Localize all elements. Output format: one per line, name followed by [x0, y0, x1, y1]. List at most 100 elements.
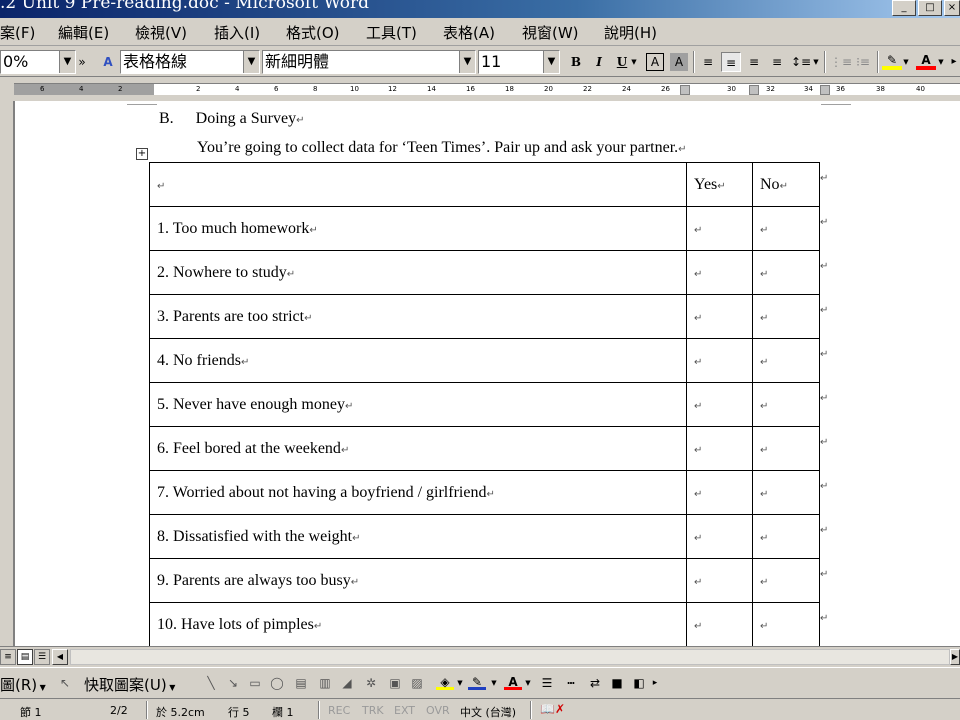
- highlight-dropdown-icon[interactable]: ▼: [902, 52, 910, 72]
- highlight-icon[interactable]: ✎: [882, 52, 902, 70]
- table-cell[interactable]: 9. Parents are always too busy↵: [149, 558, 687, 603]
- menu-insert[interactable]: 插入(I): [214, 22, 260, 43]
- print-layout-view-icon[interactable]: ▤: [17, 649, 33, 665]
- table-cell[interactable]: No↵: [752, 162, 820, 207]
- yes-cell[interactable]: ↵: [686, 294, 753, 339]
- underline-button[interactable]: U: [612, 52, 632, 72]
- table-cell[interactable]: ↵: [149, 162, 687, 207]
- yes-cell[interactable]: ↵: [686, 558, 753, 603]
- close-button[interactable]: ×: [944, 0, 960, 16]
- chevron-down-icon[interactable]: ▼: [543, 51, 559, 73]
- line-color-icon[interactable]: ✎: [468, 675, 486, 690]
- no-cell[interactable]: ↵: [752, 602, 820, 647]
- no-cell[interactable]: ↵: [752, 382, 820, 427]
- yes-cell[interactable]: ↵: [686, 426, 753, 471]
- character-border-icon[interactable]: A: [646, 53, 664, 71]
- align-right-icon[interactable]: ≡: [767, 52, 787, 72]
- font-color-icon[interactable]: A: [916, 52, 936, 70]
- scroll-right-button[interactable]: ▶: [950, 649, 960, 665]
- no-cell[interactable]: ↵: [752, 294, 820, 339]
- draw-menu-button[interactable]: 圖(R) ▼: [0, 674, 46, 695]
- toolbar-overflow-icon[interactable]: »: [76, 52, 88, 72]
- yes-cell[interactable]: ↵: [686, 602, 753, 647]
- ruler-column-marker[interactable]: [820, 85, 830, 95]
- yes-cell[interactable]: ↵: [686, 250, 753, 295]
- no-cell[interactable]: ↵: [752, 514, 820, 559]
- vertical-ruler[interactable]: [0, 101, 14, 646]
- table-cell[interactable]: 1. Too much homework↵: [149, 206, 687, 251]
- arrow-style-icon[interactable]: ⇄: [586, 675, 604, 691]
- line-spacing-dropdown-icon[interactable]: ▼: [812, 52, 820, 72]
- table-move-handle[interactable]: +: [136, 148, 148, 160]
- picture-icon[interactable]: ▨: [408, 675, 426, 691]
- numbering-icon[interactable]: ⋮≡: [830, 52, 852, 72]
- wordart-icon[interactable]: ◢: [338, 675, 356, 691]
- horizontal-ruler[interactable]: 6 4 2 2 4 6 8 10 12 14 16 18 20 22 24 26…: [0, 78, 960, 100]
- table-cell[interactable]: Yes↵: [686, 162, 753, 207]
- chevron-down-icon[interactable]: ▼: [59, 51, 75, 73]
- oval-icon[interactable]: ◯: [268, 675, 286, 691]
- line-spacing-icon[interactable]: ↕≡: [791, 52, 811, 72]
- yes-cell[interactable]: ↵: [686, 206, 753, 251]
- yes-cell[interactable]: ↵: [686, 514, 753, 559]
- table-cell[interactable]: 7. Worried about not having a boyfriend …: [149, 470, 687, 515]
- no-cell[interactable]: ↵: [752, 206, 820, 251]
- font-color-dropdown-icon[interactable]: ▼: [937, 52, 945, 72]
- vertical-text-box-icon[interactable]: ▥: [316, 675, 334, 691]
- table-cell[interactable]: 8. Dissatisfied with the weight↵: [149, 514, 687, 559]
- menu-view[interactable]: 檢視(V): [135, 22, 187, 43]
- status-ext[interactable]: EXT: [394, 704, 415, 717]
- chevron-down-icon[interactable]: ▼: [459, 51, 475, 73]
- menu-help[interactable]: 說明(H): [604, 22, 657, 43]
- yes-cell[interactable]: ↵: [686, 382, 753, 427]
- toolbar-overflow-icon[interactable]: ▸: [948, 52, 960, 72]
- shadow-style-icon[interactable]: ■: [608, 675, 626, 691]
- rectangle-icon[interactable]: ▭: [246, 675, 264, 691]
- character-shading-icon[interactable]: A: [670, 53, 688, 71]
- no-cell[interactable]: ↵: [752, 426, 820, 471]
- styles-icon[interactable]: A: [98, 52, 118, 72]
- table-cell[interactable]: 6. Feel bored at the weekend↵: [149, 426, 687, 471]
- normal-view-icon[interactable]: ≡: [0, 649, 16, 665]
- minimize-button[interactable]: _: [892, 0, 916, 16]
- outline-view-icon[interactable]: ☰: [34, 649, 50, 665]
- horizontal-scrollbar[interactable]: [70, 649, 950, 665]
- bold-button[interactable]: B: [566, 52, 586, 72]
- text-box-icon[interactable]: ▤: [292, 675, 310, 691]
- yes-cell[interactable]: ↵: [686, 338, 753, 383]
- clip-art-icon[interactable]: ▣: [386, 675, 404, 691]
- zoom-combo[interactable]: 0% ▼: [0, 50, 76, 74]
- no-cell[interactable]: ↵: [752, 250, 820, 295]
- align-center-icon[interactable]: ≡: [744, 52, 764, 72]
- line-color-dropdown-icon[interactable]: ▼: [490, 675, 498, 691]
- no-cell[interactable]: ↵: [752, 338, 820, 383]
- 3d-style-icon[interactable]: ◧: [630, 675, 648, 691]
- scroll-left-button[interactable]: ◀: [52, 649, 68, 665]
- line-style-icon[interactable]: ☰: [538, 675, 556, 691]
- justify-icon[interactable]: ≡: [698, 52, 718, 72]
- menu-window[interactable]: 視窗(W): [522, 22, 579, 43]
- status-ovr[interactable]: OVR: [426, 704, 450, 717]
- spelling-status-icon[interactable]: 📖✗: [540, 702, 565, 716]
- menu-table[interactable]: 表格(A): [443, 22, 495, 43]
- font-size-combo[interactable]: 11 ▼: [478, 50, 560, 74]
- style-combo[interactable]: 表格格線 ▼: [120, 50, 260, 74]
- italic-button[interactable]: I: [589, 52, 609, 72]
- fill-color-icon[interactable]: ◈: [436, 675, 454, 690]
- ruler-column-marker[interactable]: [749, 85, 759, 95]
- menu-format[interactable]: 格式(O): [286, 22, 340, 43]
- status-rec[interactable]: REC: [328, 704, 350, 717]
- font-color-icon[interactable]: A: [504, 675, 522, 690]
- menu-tools[interactable]: 工具(T): [366, 22, 417, 43]
- status-trk[interactable]: TRK: [362, 704, 384, 717]
- chevron-down-icon[interactable]: ▼: [243, 51, 259, 73]
- yes-cell[interactable]: ↵: [686, 470, 753, 515]
- bullets-icon[interactable]: ⁝≡: [853, 52, 873, 72]
- toolbar-overflow-icon[interactable]: ▸: [650, 675, 660, 691]
- select-objects-icon[interactable]: ↖: [56, 675, 74, 691]
- line-icon[interactable]: ╲: [202, 675, 220, 691]
- underline-dropdown-icon[interactable]: ▼: [630, 52, 638, 72]
- document-page[interactable]: B. Doing a Survey ↵ You’re going to collec…: [15, 101, 960, 647]
- table-cell[interactable]: 4. No friends↵: [149, 338, 687, 383]
- no-cell[interactable]: ↵: [752, 470, 820, 515]
